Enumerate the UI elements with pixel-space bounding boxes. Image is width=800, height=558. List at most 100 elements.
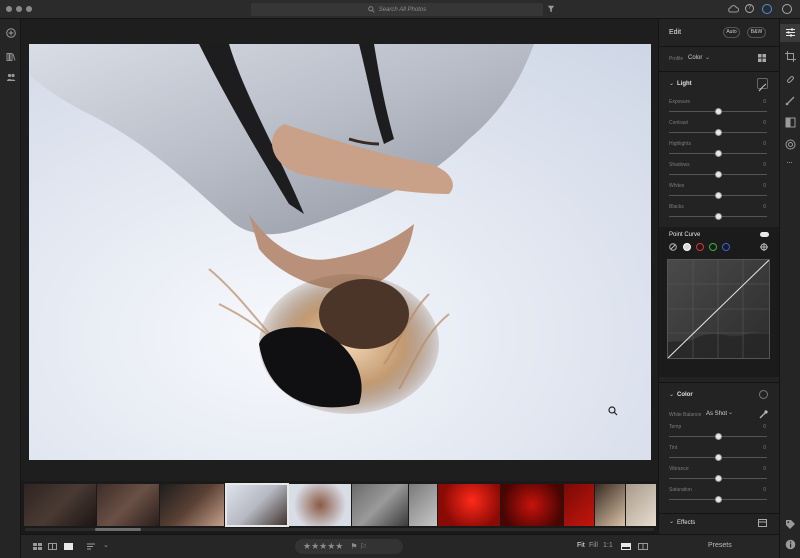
slider-value[interactable]: 0 xyxy=(763,466,766,472)
slider-label: Vibrance xyxy=(669,466,689,472)
filmstrip-scroll-thumb[interactable] xyxy=(94,528,141,531)
green-channel-icon[interactable] xyxy=(709,243,717,251)
thumbnail[interactable] xyxy=(564,484,594,526)
main-photo[interactable] xyxy=(29,44,651,460)
radial-gradient-icon[interactable] xyxy=(785,139,796,150)
slider-knob[interactable] xyxy=(714,150,722,157)
parametric-curve-icon[interactable] xyxy=(669,243,677,251)
light-section-label[interactable]: Light xyxy=(677,81,692,87)
detail-view-icon[interactable] xyxy=(64,543,73,550)
profile-dropdown[interactable]: Color xyxy=(688,55,702,61)
slider-knob[interactable] xyxy=(714,108,722,115)
rating-stars[interactable]: ★★★★★ xyxy=(303,541,343,552)
slider-value[interactable]: 0 xyxy=(763,445,766,451)
slider-knob[interactable] xyxy=(714,496,722,503)
slider-knob[interactable] xyxy=(714,129,722,136)
slider-knob[interactable] xyxy=(714,192,722,199)
point-curve-graph[interactable] xyxy=(667,259,770,359)
slider-value[interactable]: 0 xyxy=(763,487,766,493)
thumbnail[interactable] xyxy=(160,484,224,526)
tone-curve-icon[interactable] xyxy=(757,78,768,92)
people-icon[interactable] xyxy=(6,72,16,82)
zoom-1to1[interactable]: 1:1 xyxy=(603,542,613,549)
sync-icon[interactable] xyxy=(762,4,772,14)
light-chevron-icon[interactable]: ⌄ xyxy=(669,80,674,87)
info-icon[interactable] xyxy=(785,539,796,550)
thumbnail[interactable] xyxy=(595,484,625,526)
slider-value[interactable]: 0 xyxy=(763,162,766,168)
thumbnail[interactable] xyxy=(438,484,500,526)
chevron-down-icon[interactable]: ⌄ xyxy=(728,409,733,416)
tag-icon[interactable] xyxy=(785,519,796,530)
slider-knob[interactable] xyxy=(714,475,722,482)
more-options-icon[interactable]: ··· xyxy=(786,157,793,167)
cloud-icon[interactable] xyxy=(727,4,739,14)
blue-channel-icon[interactable] xyxy=(722,243,730,251)
compare-view-icon[interactable] xyxy=(621,543,631,550)
slider-knob[interactable] xyxy=(714,213,722,220)
point-curve-toggle[interactable] xyxy=(760,232,769,237)
slider-value[interactable]: 0 xyxy=(763,99,766,105)
sort-icon[interactable] xyxy=(87,543,99,550)
thumbnail-selected[interactable] xyxy=(225,483,289,527)
square-grid-icon[interactable] xyxy=(48,543,57,550)
rgb-channel-icon[interactable] xyxy=(683,243,691,251)
effects-options-icon[interactable] xyxy=(758,519,767,527)
filter-icon[interactable] xyxy=(547,5,555,13)
edit-sliders-icon[interactable] xyxy=(785,27,796,38)
slider-value[interactable]: 0 xyxy=(763,120,766,126)
slider-label: Tint xyxy=(669,445,678,451)
slider-knob[interactable] xyxy=(714,454,722,461)
effects-section-label[interactable]: Effects xyxy=(677,520,695,526)
thumbnail[interactable] xyxy=(501,484,563,526)
eyedropper-icon[interactable] xyxy=(759,410,768,419)
zoom-fill[interactable]: Fill xyxy=(589,542,598,549)
chevron-down-icon[interactable]: ⌄ xyxy=(705,54,710,61)
slider-knob[interactable] xyxy=(714,433,722,440)
before-after-icon[interactable] xyxy=(638,543,648,550)
chevron-down-icon[interactable]: ⌄ xyxy=(103,541,109,549)
minimize-window-button[interactable] xyxy=(16,6,22,12)
account-icon[interactable] xyxy=(782,4,792,14)
thumbnail[interactable] xyxy=(289,484,351,526)
slider-value[interactable]: 0 xyxy=(763,183,766,189)
flag-buttons[interactable]: ⚑ ⚐ xyxy=(350,542,367,551)
presets-button[interactable]: Presets xyxy=(708,542,732,549)
effects-chevron-icon[interactable]: ⌄ xyxy=(669,518,674,525)
slider-value[interactable]: 0 xyxy=(763,141,766,147)
thumbnail[interactable] xyxy=(97,484,159,526)
thumbnail[interactable] xyxy=(409,484,437,526)
crop-icon[interactable] xyxy=(785,51,796,62)
red-channel-icon[interactable] xyxy=(696,243,704,251)
slider-value[interactable]: 0 xyxy=(763,204,766,210)
color-section-label[interactable]: Color xyxy=(677,392,693,398)
healing-brush-icon[interactable] xyxy=(785,74,796,85)
linear-gradient-icon[interactable] xyxy=(785,117,796,128)
profile-browser-icon[interactable] xyxy=(758,54,766,62)
point-curve-label: Point Curve xyxy=(669,232,701,238)
help-icon[interactable]: ? xyxy=(745,4,754,13)
search-input[interactable]: Search All Photos xyxy=(251,3,543,16)
color-chevron-icon[interactable]: ⌄ xyxy=(669,391,674,398)
zoom-fit[interactable]: Fit xyxy=(577,542,585,549)
thumbnail[interactable] xyxy=(24,484,96,526)
white-balance-dropdown[interactable]: As Shot xyxy=(706,411,727,417)
target-adjust-icon[interactable] xyxy=(760,243,768,251)
slider-label: Whites xyxy=(669,183,685,189)
filmstrip-scrollbar[interactable] xyxy=(25,528,654,531)
thumbnail[interactable] xyxy=(352,484,408,526)
slider-label: Shadows xyxy=(669,162,690,168)
library-icon[interactable] xyxy=(6,52,16,62)
thumbnail[interactable] xyxy=(626,484,656,526)
bw-button[interactable]: B&W xyxy=(747,27,766,38)
add-photos-icon[interactable] xyxy=(6,28,16,38)
rating-control[interactable]: ★★★★★ ⚑ ⚐ xyxy=(295,539,403,554)
color-mixer-icon[interactable] xyxy=(759,390,768,399)
auto-button[interactable]: Auto xyxy=(723,27,740,38)
close-window-button[interactable] xyxy=(6,6,12,12)
grid-view-icon[interactable] xyxy=(33,543,42,550)
brush-icon[interactable] xyxy=(785,95,796,106)
slider-knob[interactable] xyxy=(714,171,722,178)
maximize-window-button[interactable] xyxy=(26,6,32,12)
slider-value[interactable]: 0 xyxy=(763,424,766,430)
